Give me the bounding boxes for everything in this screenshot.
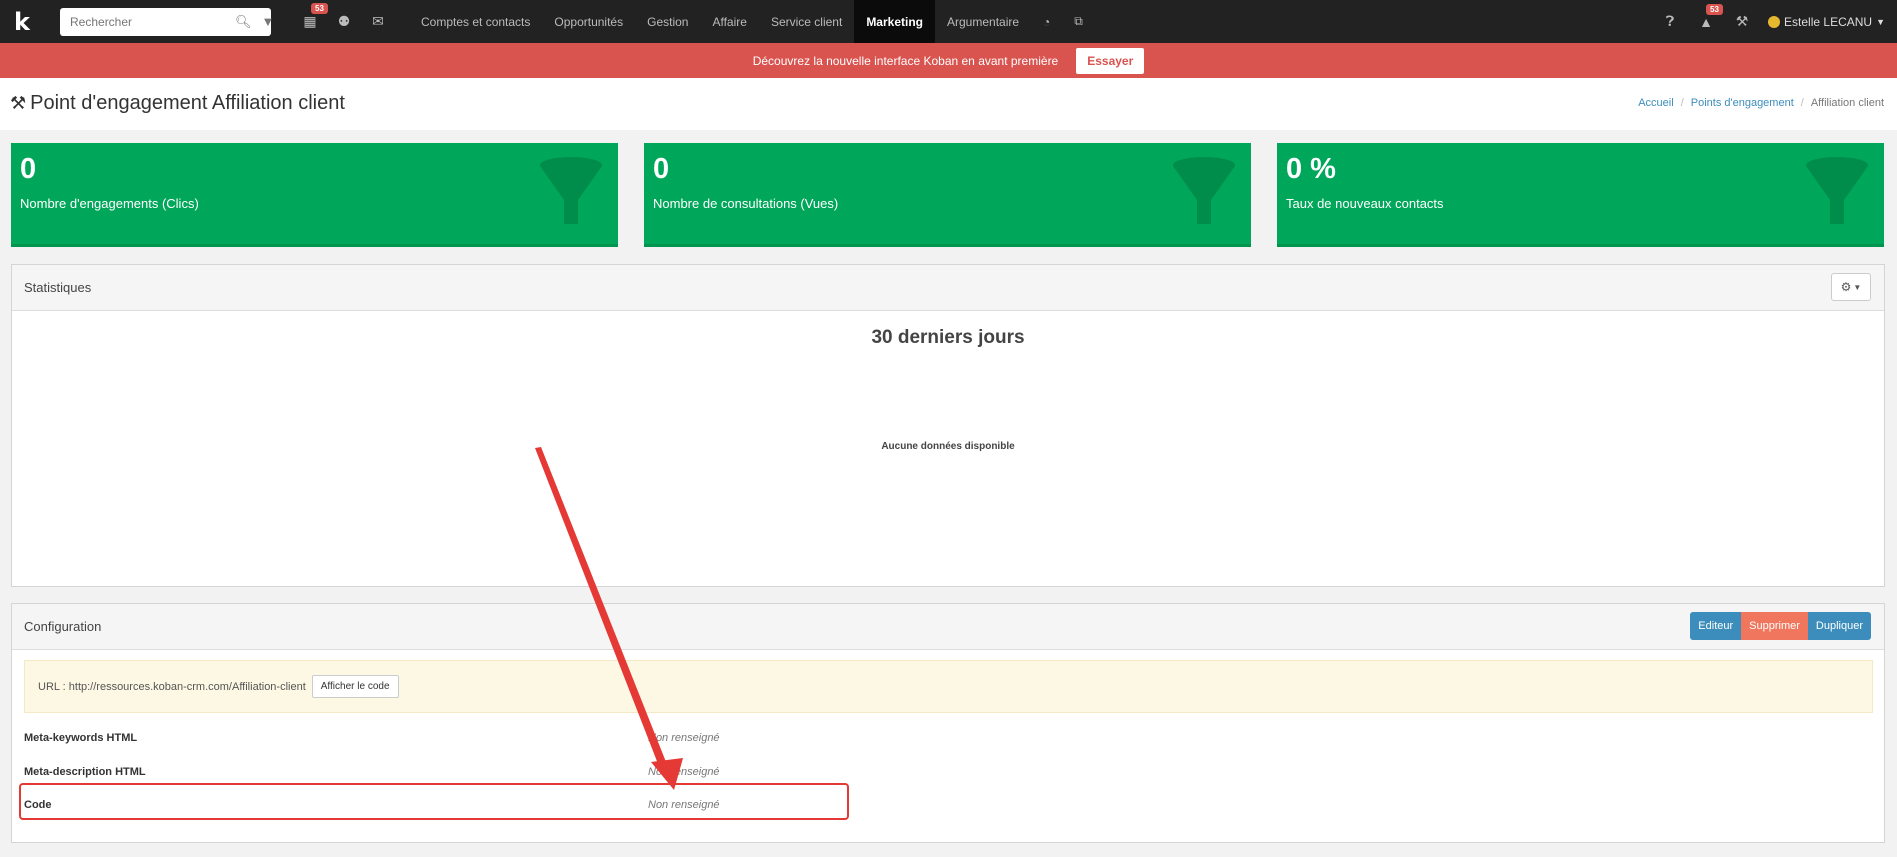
statistics-panel-header: Statistiques ⚙ ▼ xyxy=(12,265,1884,311)
url-text: URL : http://ressources.koban-crm.com/Af… xyxy=(38,680,306,693)
nav-argumentaire[interactable]: Argumentaire xyxy=(935,0,1031,43)
notification-badge: 53 xyxy=(1706,3,1723,15)
edit-button[interactable]: Editeur xyxy=(1690,612,1742,640)
caret-down-icon: ▼ xyxy=(1853,282,1862,292)
field-label: Meta-keywords HTML xyxy=(24,732,138,744)
nav-service-client[interactable]: Service client xyxy=(759,0,854,43)
filter-icon[interactable]: ▼ xyxy=(262,14,275,29)
breadcrumb: Accueil / Points d'engagement / Affiliation … xyxy=(1638,97,1884,109)
nav-opportunites[interactable]: Opportunités xyxy=(542,0,635,43)
search-box: 🔍︎ ▼ xyxy=(60,7,274,36)
wrench-icon: ⚒ xyxy=(10,93,27,113)
field-value: Non renseigné xyxy=(648,732,720,744)
windows-icon[interactable]: ⧉ xyxy=(1062,0,1095,43)
configuration-title: Configuration xyxy=(24,619,102,634)
nav-comptes-contacts[interactable]: Comptes et contacts xyxy=(409,0,542,43)
statistics-title: Statistiques xyxy=(24,280,92,295)
stat-value: 0 % xyxy=(1286,153,1336,185)
breadcrumb-current: Affiliation client xyxy=(1810,97,1884,109)
page-title-text: Point d'engagement Affiliation client xyxy=(30,92,345,114)
funnel-icon xyxy=(1806,157,1868,224)
funnel-icon xyxy=(1173,157,1235,224)
annotation-highlight-box xyxy=(19,783,849,820)
stat-box-new-contacts: 0 % Taux de nouveaux contacts xyxy=(1277,143,1884,247)
delete-button[interactable]: Supprimer xyxy=(1741,612,1808,640)
stat-box-views: 0 Nombre de consultations (Vues) xyxy=(644,143,1251,247)
duplicate-button[interactable]: Dupliquer xyxy=(1807,612,1871,640)
url-box: URL : http://ressources.koban-crm.com/Af… xyxy=(24,660,1873,713)
field-value: Non renseigné xyxy=(648,766,720,778)
top-navbar: k 🔍︎ ▼ ▦53 ⚉ ✉ Comptes et contacts Oppor… xyxy=(0,0,1897,43)
settings-dropdown-button[interactable]: ⚙ ▼ xyxy=(1831,273,1871,301)
stat-value: 0 xyxy=(20,153,37,185)
nav-marketing[interactable]: Marketing xyxy=(854,0,935,43)
try-button[interactable]: Essayer xyxy=(1076,47,1145,74)
page-title: ⚒ Point d'engagement Affiliation client xyxy=(10,92,345,115)
wrench-icon[interactable]: ⚒ xyxy=(1724,13,1760,30)
calendar-badge: 53 xyxy=(311,3,328,14)
config-actions: Editeur Supprimer Dupliquer xyxy=(1690,612,1871,640)
stat-label: Nombre de consultations (Vues) xyxy=(653,196,839,211)
no-data-message: Aucune données disponible xyxy=(881,441,1015,452)
configuration-panel-header: Configuration Editeur Supprimer Duplique… xyxy=(12,604,1884,650)
calendar-icon[interactable]: ▦ 53 xyxy=(293,3,328,30)
bell-icon[interactable]: ▲ 53 xyxy=(1688,3,1724,30)
statistics-panel: Statistiques ⚙ ▼ 30 derniers jours Aucune… xyxy=(11,264,1885,587)
announcement-banner: Découvrez la nouvelle interface Koban en… xyxy=(0,43,1897,78)
gear-icon: ⚙ xyxy=(1840,280,1852,294)
caret-down-icon: ▼ xyxy=(1876,16,1885,27)
nav-gestion[interactable]: Gestion xyxy=(635,0,700,43)
avatar xyxy=(1768,15,1781,28)
breadcrumb-points-engagement[interactable]: Points d'engagement xyxy=(1691,97,1794,109)
main-nav: Comptes et contacts Opportunités Gestion… xyxy=(409,0,1095,43)
field-meta-keywords: Meta-keywords HTML Non renseigné xyxy=(24,724,1873,752)
help-icon[interactable]: ❓︎ xyxy=(1652,13,1688,30)
search-input[interactable] xyxy=(70,14,225,29)
page-header: ⚒ Point d'engagement Affiliation client … xyxy=(0,78,1897,130)
breadcrumb-accueil[interactable]: Accueil xyxy=(1638,97,1673,109)
show-code-button[interactable]: Afficher le code xyxy=(311,675,399,698)
banner-text: Découvrez la nouvelle interface Koban en… xyxy=(752,53,1059,68)
stat-box-clicks: 0 Nombre d'engagements (Clics) xyxy=(11,143,618,247)
envelope-icon[interactable]: ✉ xyxy=(361,13,395,30)
chart-title: 30 derniers jours xyxy=(871,327,1025,348)
map-marker-icon[interactable]: ⚉ xyxy=(327,13,361,30)
user-name: Estelle LECANU xyxy=(1784,14,1873,29)
dashboard-icon[interactable]: ◔ xyxy=(1031,0,1062,43)
stat-value: 0 xyxy=(653,153,670,185)
search-icon[interactable]: 🔍︎ xyxy=(235,14,252,30)
funnel-icon xyxy=(540,157,602,224)
user-menu[interactable]: Estelle LECANU ▼ xyxy=(1768,15,1885,29)
field-meta-description: Meta-description HTML Non renseigné xyxy=(24,758,1873,786)
koban-logo[interactable]: k xyxy=(0,0,44,43)
stat-label: Nombre d'engagements (Clics) xyxy=(20,196,199,211)
nav-affaire[interactable]: Affaire xyxy=(700,0,758,43)
stat-label: Taux de nouveaux contacts xyxy=(1286,196,1444,211)
field-label: Meta-description HTML xyxy=(24,766,146,778)
